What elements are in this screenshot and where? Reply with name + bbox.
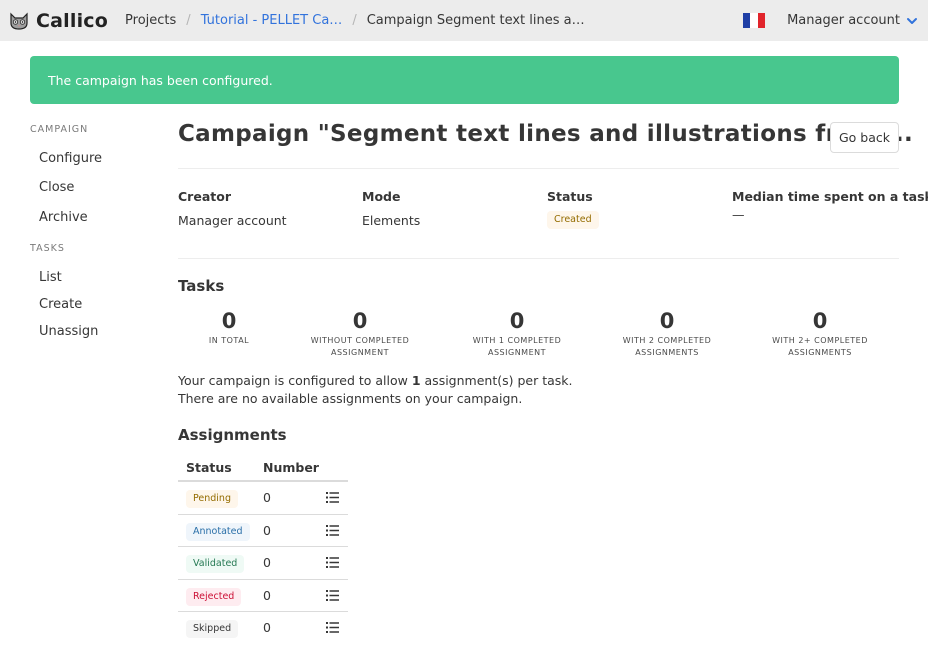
- stat-in-total: 0 IN TOTAL: [199, 309, 259, 347]
- navbar: Callico Projects / Tutorial - PELLET Ca……: [0, 0, 928, 41]
- assignments-heading: Assignments: [178, 426, 287, 444]
- stat-with-2-completed: 0 WITH 2 COMPLETED ASSIGNMENTS: [612, 309, 722, 359]
- divider: [178, 258, 899, 259]
- stat-label: IN TOTAL: [208, 336, 250, 345]
- stat-label: WITHOUT COMPLETED ASSIGNMENT: [310, 336, 410, 357]
- page-title: Campaign "Segment text lines and illustr…: [178, 121, 914, 147]
- brand[interactable]: Callico: [8, 10, 108, 32]
- menu-item-configure[interactable]: Configure: [39, 151, 102, 166]
- column-header-status: Status: [186, 460, 232, 475]
- french-flag-icon[interactable]: [743, 13, 766, 28]
- list-icon[interactable]: [326, 557, 339, 569]
- breadcrumb-campaign: Campaign Segment text lines a…: [366, 13, 585, 28]
- assignment-count: 0: [263, 490, 271, 505]
- breadcrumb-separator: /: [352, 13, 357, 28]
- median-time-value: —: [732, 207, 745, 222]
- table-row: Validated 0: [178, 547, 348, 580]
- status-badge-validated: Validated: [186, 555, 245, 574]
- assignment-count: 1: [411, 373, 421, 388]
- stat-value: 0: [221, 309, 237, 333]
- brand-name: Callico: [36, 9, 109, 32]
- creator-label: Creator: [178, 189, 231, 204]
- success-notification: The campaign has been configured.: [30, 56, 899, 104]
- menu-item-list[interactable]: List: [39, 270, 62, 285]
- stat-label: WITH 2+ COMPLETED ASSIGNMENTS: [772, 336, 868, 357]
- assignment-count: 0: [263, 620, 271, 636]
- median-time-label: Median time spent on a task: [732, 189, 928, 204]
- cat-logo-icon: [10, 12, 28, 30]
- mode-value: Elements: [362, 213, 421, 228]
- list-icon[interactable]: [326, 622, 339, 634]
- menu-item-create[interactable]: Create: [39, 297, 82, 312]
- status-badge-pending: Pending: [186, 490, 238, 508]
- stat-value: 0: [812, 309, 828, 333]
- stat-value: 0: [509, 309, 525, 333]
- list-icon[interactable]: [326, 492, 339, 503]
- stat-value: 0: [659, 309, 675, 333]
- chevron-down-icon: [907, 17, 917, 24]
- stat-without-completed: 0 WITHOUT COMPLETED ASSIGNMENT: [305, 309, 415, 359]
- table-row: Rejected 0: [178, 580, 348, 613]
- go-back-button[interactable]: Go back: [830, 122, 899, 153]
- assignment-config-text: Your campaign is configured to allow 1 a…: [178, 373, 573, 388]
- user-name: Manager account: [787, 13, 900, 28]
- stat-with-2plus-completed: 0 WITH 2+ COMPLETED ASSIGNMENTS: [765, 309, 875, 359]
- menu-label-tasks: TASKS: [30, 243, 65, 254]
- table-row: Annotated 0: [178, 515, 348, 548]
- stat-value: 0: [352, 309, 368, 333]
- assignment-count: 0: [263, 587, 271, 603]
- menu-item-unassign[interactable]: Unassign: [39, 324, 98, 339]
- status-badge: Created: [547, 211, 599, 229]
- tasks-heading: Tasks: [178, 277, 225, 295]
- list-icon[interactable]: [326, 589, 339, 601]
- user-menu[interactable]: Manager account: [787, 13, 918, 28]
- status-badge-rejected: Rejected: [186, 587, 242, 606]
- assignment-count: 0: [263, 555, 271, 571]
- table-row: Pending 0: [178, 482, 348, 515]
- assignments-table: Status Number Pending 0 Annotated 0 Vali…: [178, 452, 348, 645]
- table-row: Skipped 0: [178, 612, 348, 645]
- menu-item-archive[interactable]: Archive: [39, 210, 88, 225]
- column-header-number: Number: [263, 460, 319, 475]
- availability-text: There are no available assignments on yo…: [178, 391, 523, 406]
- stat-label: WITH 2 COMPLETED ASSIGNMENTS: [622, 336, 712, 357]
- menu-item-close[interactable]: Close: [39, 180, 74, 195]
- stat-label: WITH 1 COMPLETED ASSIGNMENT: [472, 336, 562, 357]
- list-icon[interactable]: [326, 524, 339, 536]
- status-badge-skipped: Skipped: [186, 620, 239, 639]
- menu-label-campaign: CAMPAIGN: [30, 124, 89, 135]
- creator-value: Manager account: [178, 213, 287, 228]
- divider: [178, 168, 899, 169]
- mode-label: Mode: [362, 189, 401, 204]
- breadcrumb-project[interactable]: Tutorial - PELLET Ca…: [201, 13, 343, 28]
- assignment-count: 0: [263, 522, 271, 538]
- table-header: Status Number: [178, 452, 348, 482]
- status-label: Status: [547, 189, 593, 204]
- status-badge-annotated: Annotated: [186, 522, 250, 541]
- breadcrumb-separator: /: [186, 13, 191, 28]
- stat-with-1-completed: 0 WITH 1 COMPLETED ASSIGNMENT: [462, 309, 572, 359]
- breadcrumb-projects[interactable]: Projects: [125, 13, 176, 28]
- breadcrumb: Projects / Tutorial - PELLET Ca… / Campa…: [125, 13, 585, 28]
